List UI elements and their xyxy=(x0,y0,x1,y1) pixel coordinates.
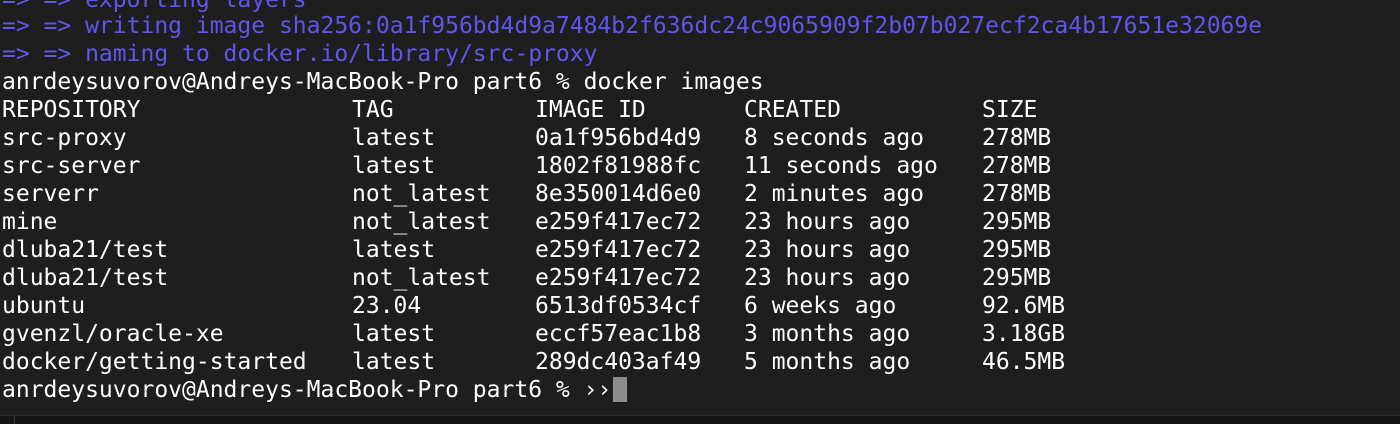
cell-repository: gvenzl/oracle-xe xyxy=(2,321,224,347)
cell-created: 5 months ago xyxy=(744,349,911,375)
cell-image-id: 1802f81988fc xyxy=(535,153,702,179)
cell-size: 295MB xyxy=(982,237,1052,263)
cell-size: 278MB xyxy=(982,125,1052,151)
header-created: CREATED xyxy=(744,97,841,123)
table-row: serverr not_latest 8e350014d6e0 2 minute… xyxy=(2,180,1051,208)
cell-repository: mine xyxy=(2,209,58,235)
window-bottom-edge xyxy=(0,415,1400,424)
table-row: dluba21/test latest e259f417ec72 23 hour… xyxy=(2,236,1051,264)
text-cursor xyxy=(613,377,628,402)
table-row: dluba21/test not_latest e259f417ec72 23 … xyxy=(2,264,1051,292)
command-input-text[interactable]: ›› xyxy=(584,377,612,403)
table-row: mine not_latest e259f417ec72 23 hours ag… xyxy=(2,208,1051,236)
cell-tag: latest xyxy=(352,321,436,347)
cell-image-id: e259f417ec72 xyxy=(535,237,702,263)
header-size: SIZE xyxy=(982,97,1038,123)
cell-created: 11 seconds ago xyxy=(744,153,938,179)
cell-size: 278MB xyxy=(982,153,1052,179)
cell-size: 3.18GB xyxy=(982,321,1066,347)
cell-repository: docker/getting-started xyxy=(2,349,307,375)
cell-size: 295MB xyxy=(982,265,1052,291)
cell-size: 46.5MB xyxy=(982,349,1066,375)
cell-image-id: e259f417ec72 xyxy=(535,209,702,235)
command-text: docker images xyxy=(583,69,764,95)
build-output-line: => => writing image sha256:0a1f956bd4d9a… xyxy=(2,13,1263,39)
cell-image-id: eccf57eac1b8 xyxy=(535,321,702,347)
header-image-id: IMAGE ID xyxy=(535,97,646,123)
table-row: src-server latest 1802f81988fc 11 second… xyxy=(2,152,1051,180)
header-repository: REPOSITORY xyxy=(2,97,141,123)
cell-tag: latest xyxy=(352,153,436,179)
cell-tag: not_latest xyxy=(352,209,491,235)
command-input-line[interactable]: anrdeysuvorov@Andreys-MacBook-Pro part6 … xyxy=(2,376,628,404)
cell-created: 23 hours ago xyxy=(744,265,911,291)
cell-created: 2 minutes ago xyxy=(744,181,925,207)
cell-image-id: e259f417ec72 xyxy=(535,265,702,291)
table-row: gvenzl/oracle-xe latest eccf57eac1b8 3 m… xyxy=(2,320,1065,348)
table-row: src-proxy latest 0a1f956bd4d9 8 seconds … xyxy=(2,124,1051,152)
cell-created: 3 months ago xyxy=(744,321,911,347)
cell-created: 6 weeks ago xyxy=(744,293,897,319)
cell-image-id: 289dc403af49 xyxy=(535,349,702,375)
cell-image-id: 0a1f956bd4d9 xyxy=(535,125,702,151)
table-row: docker/getting-started latest 289dc403af… xyxy=(2,348,1065,376)
table-header-row: REPOSITORY TAG IMAGE ID CREATED SIZE xyxy=(2,96,1037,124)
command-line: anrdeysuvorov@Andreys-MacBook-Pro part6 … xyxy=(2,68,764,96)
cell-created: 8 seconds ago xyxy=(744,125,925,151)
cell-repository: ubuntu xyxy=(2,293,86,319)
cell-tag: latest xyxy=(352,349,436,375)
shell-prompt: anrdeysuvorov@Andreys-MacBook-Pro part6 … xyxy=(2,377,584,403)
cell-tag: latest xyxy=(352,237,436,263)
cell-size: 278MB xyxy=(982,181,1052,207)
cell-repository: serverr xyxy=(2,181,99,207)
header-tag: TAG xyxy=(352,97,394,123)
cell-repository: dluba21/test xyxy=(2,237,169,263)
cell-image-id: 8e350014d6e0 xyxy=(535,181,702,207)
cell-created: 23 hours ago xyxy=(744,237,911,263)
build-output-line: => => naming to docker.io/library/src-pr… xyxy=(2,41,598,67)
cell-tag: not_latest xyxy=(352,265,491,291)
cell-size: 295MB xyxy=(982,209,1052,235)
terminal-window[interactable]: => => exporting layers => => writing ima… xyxy=(0,0,1400,424)
cell-repository: src-proxy xyxy=(2,125,127,151)
table-row: ubuntu 23.04 6513df0534cf 6 weeks ago 92… xyxy=(2,292,1065,320)
cell-repository: dluba21/test xyxy=(2,265,169,291)
shell-prompt: anrdeysuvorov@Andreys-MacBook-Pro part6 … xyxy=(2,69,584,95)
cell-repository: src-server xyxy=(2,153,141,179)
cell-tag: latest xyxy=(352,125,436,151)
cell-created: 23 hours ago xyxy=(744,209,911,235)
cell-image-id: 6513df0534cf xyxy=(535,293,702,319)
cell-size: 92.6MB xyxy=(982,293,1066,319)
cell-tag: not_latest xyxy=(352,181,491,207)
cell-tag: 23.04 xyxy=(352,293,422,319)
pane-divider xyxy=(0,416,15,424)
